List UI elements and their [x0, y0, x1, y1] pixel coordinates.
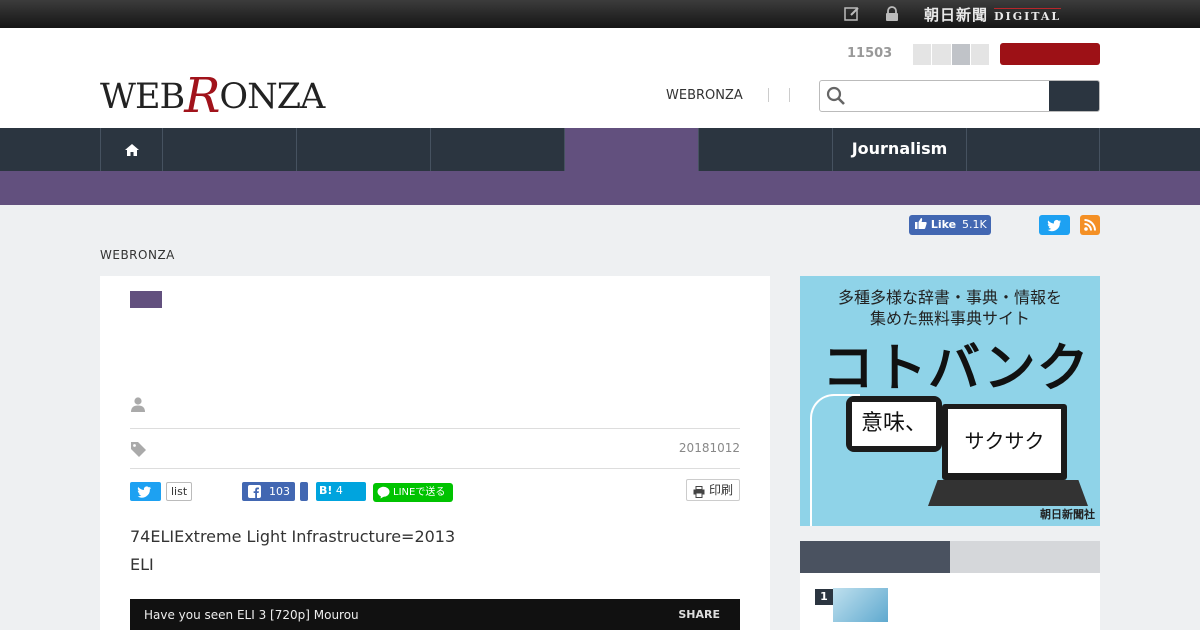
- nav-item-1[interactable]: [162, 128, 296, 171]
- login-button[interactable]: [1000, 43, 1100, 65]
- video-title[interactable]: Have you seen ELI 3 [720p] Mourou: [144, 608, 359, 622]
- lock-icon[interactable]: [884, 6, 900, 22]
- asahi-brand-sub: DIGITAL: [994, 8, 1062, 23]
- header-divider: [768, 88, 769, 102]
- ranking-list: 1: [800, 573, 1100, 630]
- publish-date: 20181012: [678, 441, 740, 455]
- search-input[interactable]: [850, 81, 1050, 111]
- printer-icon: [693, 484, 705, 504]
- twitter-icon: [1039, 219, 1070, 239]
- nav-item-blank[interactable]: [698, 128, 832, 171]
- ad-brand: 朝日新聞社: [1040, 508, 1095, 521]
- facebook-like-count: 5.1K: [961, 218, 987, 231]
- rss-icon: [1080, 219, 1100, 239]
- search-icon: [826, 86, 846, 110]
- phone-screen-text: 意味、: [852, 402, 936, 446]
- tag-icon: [130, 441, 147, 462]
- facebook-extra-button[interactable]: [300, 482, 308, 501]
- laptop-screen-text: サクサク: [948, 409, 1061, 473]
- facebook-share-button[interactable]: 103: [242, 482, 295, 501]
- article-card: 20181012 list 103 B! 4 LINEで送る 印刷 74ELIE…: [100, 276, 770, 630]
- thumbs-up-icon: [915, 218, 927, 231]
- edit-icon[interactable]: [844, 6, 860, 22]
- nav-item-3[interactable]: [430, 128, 564, 171]
- embedded-video[interactable]: Have you seen ELI 3 [720p] Mourou SHARE: [130, 599, 740, 630]
- print-button[interactable]: 印刷: [685, 479, 740, 504]
- ad-headline: コトバンク: [822, 339, 1090, 399]
- home-icon: [124, 139, 140, 158]
- facebook-icon: [248, 485, 261, 504]
- nav-item-6[interactable]: [966, 128, 1100, 171]
- print-label: 印刷: [708, 483, 733, 497]
- nav-home[interactable]: [100, 128, 162, 171]
- facebook-like-label: Like: [930, 218, 957, 231]
- asahi-digital-logo[interactable]: 朝日新聞 DIGITAL: [924, 4, 1062, 24]
- header-link-webronza[interactable]: WEBRONZA: [666, 88, 743, 103]
- facebook-like-button[interactable]: Like 5.1K: [909, 215, 991, 235]
- ranking-thumbnail[interactable]: [833, 588, 888, 622]
- kotobank-ad-banner[interactable]: 多種多様な辞書・事典・情報を 集めた無料事典サイト コトバンク 意味、 サクサク…: [800, 276, 1100, 526]
- laptop-illustration: サクサク: [942, 404, 1067, 480]
- font-size-large-button[interactable]: [951, 44, 971, 65]
- article-body-line: 74ELIExtreme Light Infrastructure=2013: [130, 527, 456, 546]
- article-body-line: ELI: [130, 555, 154, 574]
- ranking-tab[interactable]: [950, 541, 1100, 573]
- twitter-share-button[interactable]: [130, 482, 161, 501]
- main-nav: Journalism: [0, 128, 1200, 171]
- font-size-small-button[interactable]: [913, 44, 933, 65]
- rss-button[interactable]: [1080, 215, 1100, 235]
- category-badge[interactable]: [130, 291, 162, 308]
- logo-letter-r: R: [184, 68, 220, 124]
- nav-item-journalism[interactable]: Journalism: [832, 128, 966, 171]
- video-share-button[interactable]: SHARE: [678, 608, 720, 621]
- facebook-share-count: 103: [269, 485, 290, 498]
- smartphone-illustration: 意味、: [846, 396, 942, 452]
- ranking-tabs: [800, 541, 1100, 573]
- divider: [130, 428, 740, 429]
- logo-text-onza: ONZA: [219, 77, 325, 117]
- font-size-medium-button[interactable]: [932, 44, 952, 65]
- font-size-xlarge-button[interactable]: [970, 44, 990, 65]
- rank-number: 1: [815, 589, 833, 605]
- author-icon: [130, 396, 146, 416]
- line-share-label: LINEで送る: [393, 487, 446, 498]
- twitter-follow-button[interactable]: [1039, 215, 1070, 235]
- hatena-label: B!: [319, 484, 333, 497]
- list-button[interactable]: list: [166, 482, 193, 501]
- sub-nav: [0, 171, 1200, 205]
- divider: [130, 468, 740, 469]
- twitter-icon: [130, 486, 161, 505]
- logo-text-web: WEB: [100, 77, 185, 117]
- site-header: WEBRONZA 11503 WEBRONZA: [0, 28, 1200, 128]
- webronza-logo[interactable]: WEBRONZA: [100, 64, 325, 124]
- breadcrumb[interactable]: WEBRONZA: [100, 248, 175, 262]
- search-button[interactable]: [1049, 81, 1099, 111]
- search-box: [819, 80, 1100, 112]
- article-count: 11503: [847, 46, 893, 61]
- hatena-count: 4: [335, 484, 343, 497]
- nav-item-4-active[interactable]: [564, 128, 698, 171]
- header-divider: [789, 88, 790, 102]
- ranking-tab-active[interactable]: [800, 541, 950, 573]
- hatena-bookmark-button[interactable]: B! 4: [316, 482, 366, 501]
- laptop-keyboard-illustration: [928, 480, 1088, 506]
- nav-item-2[interactable]: [296, 128, 430, 171]
- top-bar: 朝日新聞 DIGITAL: [0, 0, 1200, 28]
- asahi-brand: 朝日新聞: [924, 6, 989, 24]
- font-size-switcher: [913, 44, 990, 65]
- line-share-button[interactable]: LINEで送る: [373, 483, 453, 502]
- line-icon: [377, 486, 390, 506]
